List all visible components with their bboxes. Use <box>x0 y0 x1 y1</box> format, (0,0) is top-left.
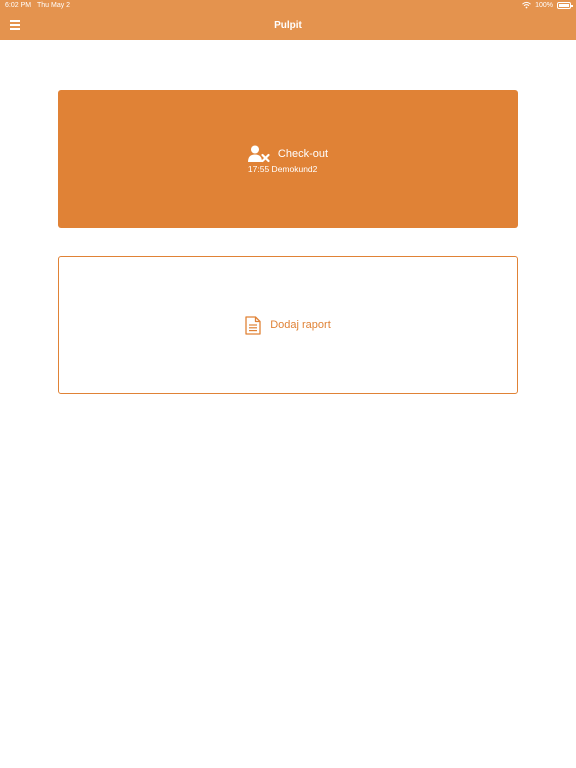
checkout-subtitle: 17:55 Demokund2 <box>247 163 318 174</box>
nav-bar: Pulpit <box>0 12 576 40</box>
battery-icon <box>557 1 573 9</box>
document-icon <box>245 315 261 335</box>
checkout-label: Check-out <box>277 147 329 160</box>
status-time: 6:02 PM <box>5 2 32 9</box>
checkout-button[interactable]: Check-out 17:55 Demokund2 <box>58 90 518 228</box>
checkout-row: Check-out <box>247 145 329 163</box>
wifi-icon <box>522 1 531 9</box>
status-bar: 6:02 PM Thu May 2 100% <box>0 0 576 12</box>
battery-percent: 100% <box>535 1 553 9</box>
report-label: Dodaj raport <box>270 319 331 331</box>
user-x-icon <box>247 145 270 162</box>
status-date: Thu May 2 <box>37 2 71 9</box>
checkout-content: Check-out 17:55 Demokund2 <box>247 145 329 174</box>
add-report-button[interactable]: Dodaj raport <box>58 256 518 394</box>
report-content: Dodaj raport <box>245 315 331 335</box>
status-right: 100% <box>522 1 573 9</box>
page-title: Pulpit <box>274 20 302 31</box>
